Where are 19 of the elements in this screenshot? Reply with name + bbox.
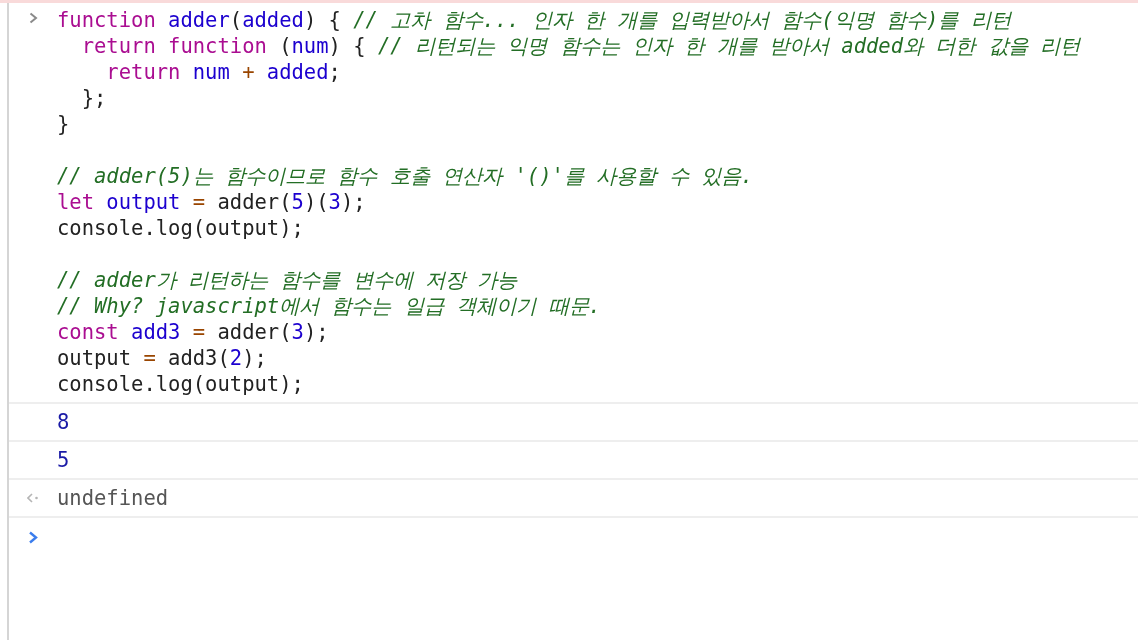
log-output: 8	[57, 409, 70, 436]
code-line: console.log(output);	[57, 371, 305, 397]
code-line: const add3 = adder(3);	[57, 319, 330, 345]
code-line: };	[80, 85, 108, 111]
code-line: console.log(output);	[57, 215, 305, 241]
code-line: function adder(added) { // 고차 함수... 인자 한 개를 입력받아서 함수(익명 함수)를 리턴	[57, 7, 1013, 33]
code-line: }	[57, 111, 71, 137]
return-arrow-icon	[27, 493, 39, 503]
log-output: 5	[57, 447, 70, 474]
code-line: output = add3(2);	[57, 345, 268, 371]
code-line: // adder(5)는 함수이므로 함수 호출 연산자 '()'를 사용할 수 있음.	[57, 163, 755, 189]
code-line: let output = adder(5)(3);	[57, 189, 367, 215]
code-line: return function (num) { // 리턴되는 익명 함수는 인자 한 개를 받아서 added와 더한 값을 리턴	[80, 33, 1081, 59]
code-line: return num + added;	[105, 59, 342, 85]
code-line: // Why? javascript에서 함수는 일급 객체이기 때문.	[57, 293, 602, 319]
chevron-icon	[28, 12, 38, 24]
code-line: // adder가 리턴하는 함수를 변수에 저장 가능	[57, 267, 519, 293]
prompt-chevron-icon[interactable]	[28, 531, 38, 544]
result-value: undefined	[57, 485, 169, 512]
